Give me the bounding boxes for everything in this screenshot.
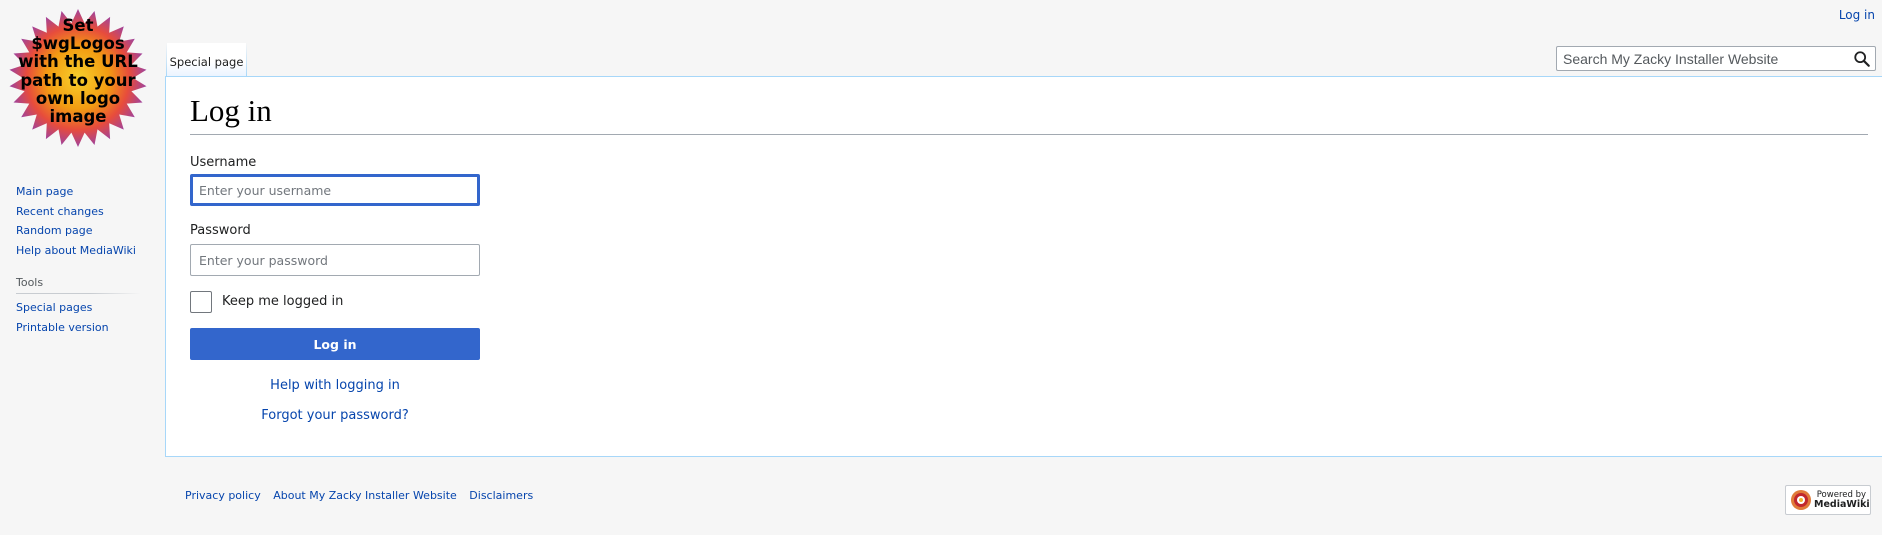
- main-content: Log in Username Password Keep me logged …: [165, 76, 1882, 457]
- password-input[interactable]: [190, 244, 480, 276]
- login-button[interactable]: Log in: [190, 328, 480, 360]
- footer-disclaimers-link[interactable]: Disclaimers: [469, 489, 533, 502]
- search-box: [1556, 46, 1876, 71]
- footer-links: Privacy policy About My Zacky Installer …: [185, 489, 542, 502]
- footer-about-link[interactable]: About My Zacky Installer Website: [273, 489, 457, 502]
- footer-privacy-link[interactable]: Privacy policy: [185, 489, 261, 502]
- sidebar-tools-heading: Tools: [16, 276, 140, 294]
- help-logging-in-link[interactable]: Help with logging in: [190, 378, 480, 393]
- keep-logged-in-label[interactable]: Keep me logged in: [222, 294, 343, 309]
- sidebar-item-random-page[interactable]: Random page: [16, 221, 140, 241]
- powered-by-text: Powered by MediaWiki: [1814, 490, 1870, 510]
- title-divider: [190, 134, 1868, 135]
- sidebar-item-main-page[interactable]: Main page: [16, 182, 140, 202]
- username-input[interactable]: [190, 174, 480, 206]
- tab-special-page[interactable]: Special page: [166, 43, 247, 77]
- sidebar-navigation: Main page Recent changes Random page Hel…: [16, 182, 140, 260]
- powered-by-mediawiki-badge[interactable]: Powered by MediaWiki: [1785, 485, 1871, 515]
- sidebar-item-printable-version[interactable]: Printable version: [16, 318, 140, 338]
- username-label: Username: [190, 155, 257, 170]
- sidebar-item-special-pages[interactable]: Special pages: [16, 298, 140, 318]
- personal-tools: Log in: [1839, 8, 1875, 22]
- password-label: Password: [190, 223, 251, 238]
- logo-text: Set $wgLogos with the URL path to your o…: [18, 16, 138, 127]
- site-logo[interactable]: Set $wgLogos with the URL path to your o…: [8, 8, 148, 148]
- keep-logged-in-checkbox[interactable]: [190, 291, 212, 313]
- powered-by-line2: MediaWiki: [1814, 499, 1870, 510]
- forgot-password-link[interactable]: Forgot your password?: [190, 408, 480, 423]
- sidebar-item-help[interactable]: Help about MediaWiki: [16, 241, 140, 261]
- login-link[interactable]: Log in: [1839, 8, 1875, 22]
- search-icon[interactable]: [1853, 50, 1871, 68]
- sidebar-tools: Special pages Printable version: [16, 298, 140, 337]
- tab-label: Special page: [169, 55, 244, 69]
- search-input[interactable]: [1557, 47, 1847, 70]
- sidebar-item-recent-changes[interactable]: Recent changes: [16, 202, 140, 222]
- page-title: Log in: [190, 93, 272, 128]
- mediawiki-flower-icon: [1791, 490, 1811, 510]
